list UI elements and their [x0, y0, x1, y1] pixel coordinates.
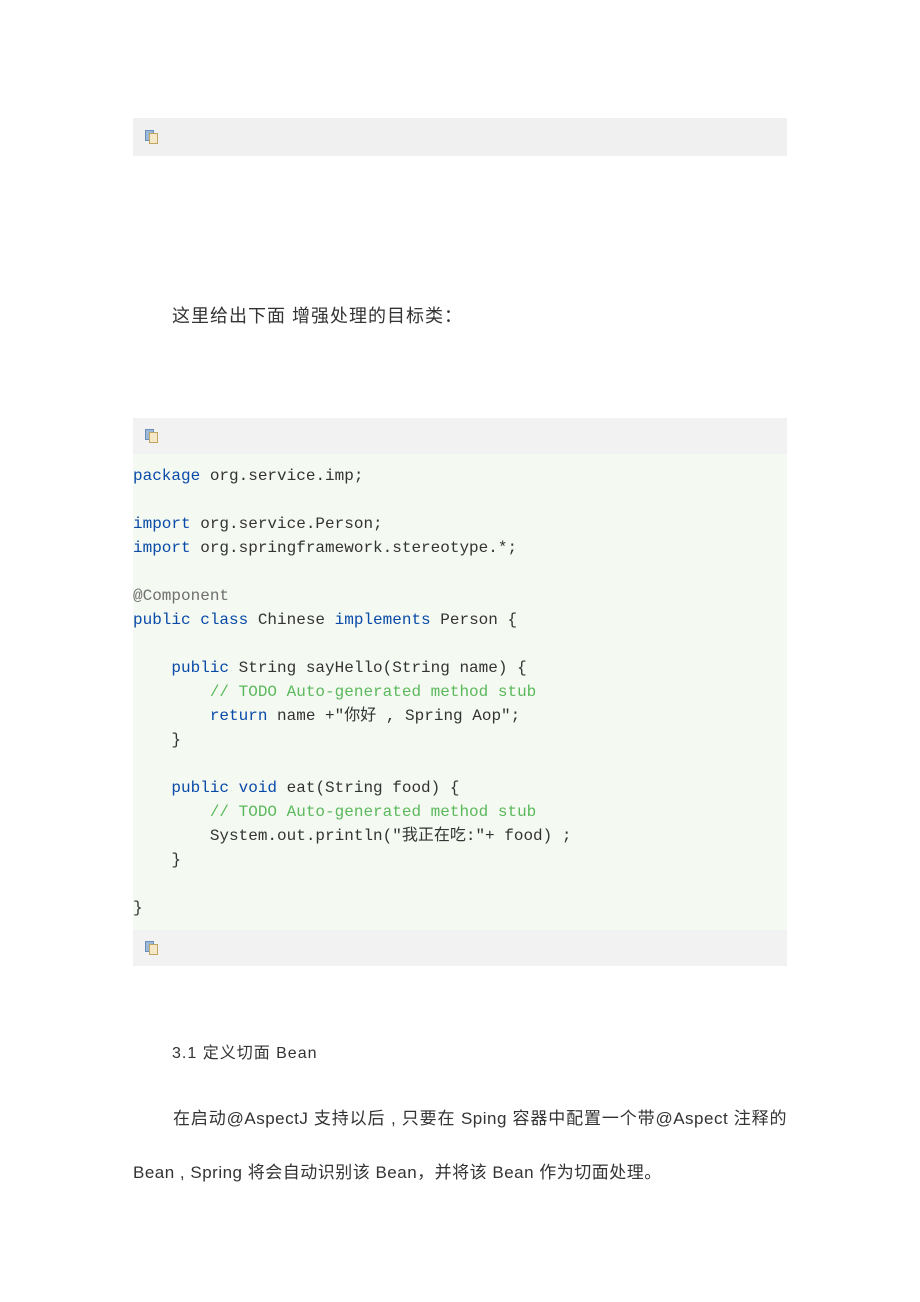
- code-text: }: [133, 731, 181, 749]
- code-body: package org.service.imp; import org.serv…: [133, 454, 787, 930]
- code-text: Chinese: [248, 611, 334, 629]
- keyword-implements: implements: [335, 611, 431, 629]
- keyword-void: void: [229, 779, 277, 797]
- code-block: package org.service.imp; import org.serv…: [133, 418, 787, 966]
- keyword-public: public: [133, 659, 229, 677]
- keyword-import: import: [133, 539, 191, 557]
- annotation: @Component: [133, 587, 229, 605]
- code-header: [133, 418, 787, 454]
- copy-icon[interactable]: [145, 429, 159, 443]
- code-text: System.out.println("我正在吃:"+ food) ;: [133, 827, 571, 845]
- code-text: name +"你好 , Spring Aop";: [267, 707, 520, 725]
- code-text: Person {: [431, 611, 517, 629]
- code-text: org.service.Person;: [191, 515, 383, 533]
- intro-paragraph: 这里给出下面 增强处理的目标类：: [172, 302, 463, 328]
- comment: // TODO Auto-generated method stub: [133, 803, 536, 821]
- code-text: eat(String food) {: [277, 779, 459, 797]
- code-text: org.springframework.stereotype.*;: [191, 539, 517, 557]
- code-text: org.service.imp;: [200, 467, 363, 485]
- keyword-import: import: [133, 515, 191, 533]
- code-footer: [133, 930, 787, 966]
- code-text: String sayHello(String name) {: [229, 659, 527, 677]
- keyword-class: class: [191, 611, 249, 629]
- top-toolbar: [133, 118, 787, 156]
- code-text: }: [133, 899, 143, 917]
- code-text: }: [133, 851, 181, 869]
- keyword-package: package: [133, 467, 200, 485]
- keyword-return: return: [133, 707, 267, 725]
- keyword-public: public: [133, 779, 229, 797]
- keyword-public: public: [133, 611, 191, 629]
- comment: // TODO Auto-generated method stub: [133, 683, 536, 701]
- body-paragraph: 在启动@AspectJ 支持以后 , 只要在 Sping 容器中配置一个带@As…: [133, 1092, 787, 1200]
- section-heading: 3.1 定义切面 Bean: [172, 1039, 318, 1063]
- copy-icon[interactable]: [145, 130, 159, 144]
- copy-icon[interactable]: [145, 941, 159, 955]
